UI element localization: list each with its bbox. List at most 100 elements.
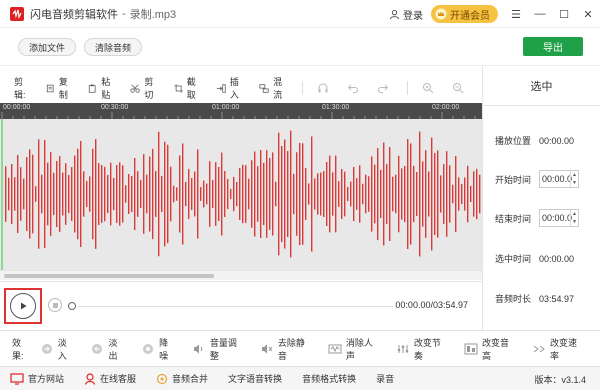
headphones-button[interactable]: [317, 82, 333, 94]
waveform-bar: [461, 183, 463, 205]
cut-button[interactable]: 剪切: [130, 75, 159, 101]
redo-button[interactable]: [377, 82, 393, 94]
start-time-input[interactable]: 00:00.0 ▲ ▼: [539, 170, 580, 188]
support-label: 在线客服: [100, 374, 137, 384]
insert-button[interactable]: 插入: [216, 75, 245, 101]
waveform-bar: [326, 161, 328, 227]
waveform-bar: [401, 168, 403, 220]
volume-adjust-button[interactable]: 音量调整: [192, 336, 244, 362]
waveform-bar: [464, 177, 466, 211]
title-separator: -: [122, 7, 126, 20]
copy-label: 复制: [58, 77, 68, 100]
volume-adjust-label: 音量调整: [209, 337, 237, 361]
waveform-bar: [416, 171, 418, 217]
waveform-bar: [302, 143, 304, 245]
minimize-button[interactable]: —: [528, 0, 552, 28]
close-button[interactable]: ✕: [576, 0, 600, 28]
spin-up-icon[interactable]: ▲: [571, 171, 578, 179]
spin-up-icon[interactable]: ▲: [571, 210, 578, 218]
maximize-button[interactable]: ☐: [552, 0, 576, 28]
mix-button[interactable]: 混流: [259, 75, 288, 101]
stop-icon: [52, 302, 58, 308]
progress-handle[interactable]: [68, 302, 76, 310]
waveform-bar: [236, 181, 238, 207]
scrollbar-thumb[interactable]: [4, 274, 214, 278]
vip-label: 开通会员: [450, 10, 490, 22]
waveform-bar: [452, 184, 454, 204]
copy-button[interactable]: 复制: [46, 75, 74, 101]
end-time-row: 结束时间 00:00.0 ▲ ▼: [495, 209, 580, 227]
change-tempo-button[interactable]: 改变节奏: [396, 336, 448, 362]
remove-silence-button[interactable]: 去除静音: [260, 336, 312, 362]
waveform-area[interactable]: [0, 119, 482, 270]
zoom-in-icon: [422, 83, 434, 94]
vocals-icon: [328, 343, 342, 355]
waveform-bar: [365, 174, 367, 214]
fade-in-button[interactable]: 淡入: [40, 336, 75, 362]
selected-time-row: 选中时间 00:00.00: [495, 252, 574, 265]
play-button[interactable]: [4, 288, 42, 324]
waveform-bar: [50, 152, 52, 236]
waveform-bar: [362, 183, 364, 205]
paste-button[interactable]: 粘贴: [88, 75, 116, 101]
add-file-button[interactable]: 添加文件: [18, 38, 77, 56]
tts-link[interactable]: 文字语音转换: [228, 372, 282, 385]
waveform-bar: [194, 171, 196, 217]
change-speed-button[interactable]: 改变速率: [532, 336, 584, 362]
merge-link[interactable]: 音频合并: [156, 372, 208, 385]
waveform-bar: [398, 155, 400, 233]
waveform-bar: [434, 152, 436, 236]
spin-down-icon[interactable]: ▼: [571, 218, 578, 226]
tempo-icon: [396, 343, 410, 355]
format-convert-link[interactable]: 音频格式转换: [302, 372, 356, 385]
change-pitch-button[interactable]: 改变音高: [464, 336, 516, 362]
timeline-ruler[interactable]: 00:00:00 00:30:00 01:00:00 01:30:00 02:0…: [0, 103, 482, 119]
waveform-bar: [101, 165, 103, 223]
fade-out-button[interactable]: 淡出: [90, 336, 125, 362]
waveform-bar: [14, 177, 16, 211]
tick-label: 01:00:00: [212, 104, 240, 111]
zoom-out-button[interactable]: [452, 82, 468, 94]
crop-button[interactable]: 截取: [173, 75, 202, 101]
waveform-bar: [218, 167, 220, 221]
clear-audio-button[interactable]: 清除音频: [84, 38, 143, 56]
vip-button[interactable]: 开通会员: [431, 5, 498, 23]
waveform-bar: [107, 174, 109, 214]
website-link[interactable]: 官方网站: [10, 372, 64, 385]
playback-bar: 00:00.00/03:54.97: [0, 281, 482, 330]
waveform-bar: [206, 183, 208, 205]
waveform-bar: [191, 178, 193, 210]
stop-button[interactable]: [48, 298, 62, 312]
remove-vocals-button[interactable]: 消除人声: [328, 336, 380, 362]
waveform-bar: [80, 141, 82, 247]
waveform-bar: [113, 177, 115, 211]
waveform-bar: [281, 145, 283, 243]
denoise-label: 降噪: [159, 337, 169, 361]
waveform-bar: [479, 174, 481, 214]
support-link[interactable]: 在线客服: [84, 372, 136, 385]
denoise-button[interactable]: 降噪: [141, 336, 176, 362]
waveform-bar: [311, 136, 313, 252]
waveform-bar: [170, 166, 172, 222]
zoom-in-button[interactable]: [422, 82, 438, 94]
progress-track[interactable]: [78, 306, 394, 307]
undo-button[interactable]: [347, 82, 363, 94]
mix-icon: [259, 83, 269, 93]
start-time-label: 开始时间: [495, 174, 532, 185]
waveform-bar: [11, 163, 13, 225]
duration-row: 音频时长 03:54.97: [495, 292, 574, 305]
tick-label: 00:30:00: [101, 104, 129, 111]
login-button[interactable]: 登录: [389, 7, 423, 22]
waveform-bar: [86, 180, 88, 208]
crop-icon: [173, 83, 183, 93]
export-button[interactable]: 导出: [523, 37, 583, 56]
record-link[interactable]: 录音: [376, 372, 394, 385]
waveform-bar: [17, 154, 19, 234]
horizontal-scrollbar[interactable]: [0, 270, 482, 280]
spin-down-icon[interactable]: ▼: [571, 179, 578, 187]
menu-button[interactable]: ☰: [504, 0, 528, 28]
waveform-bar: [392, 176, 394, 212]
zoom-out-icon: [452, 83, 464, 94]
end-time-input[interactable]: 00:00.0 ▲ ▼: [539, 209, 580, 227]
waveform-bar: [284, 139, 286, 249]
